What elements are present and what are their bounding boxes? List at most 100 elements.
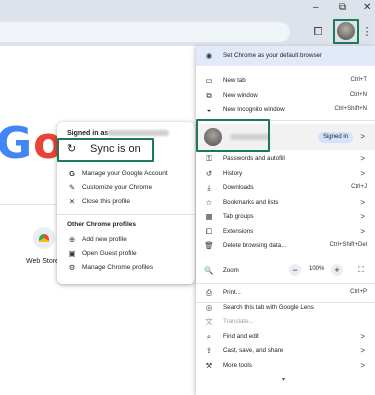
chrome-menu: ◉ Set Chrome as your default browser ▭ Ne… xyxy=(196,46,375,395)
menu-item-tab-groups[interactable]: ▦ Tab groups > xyxy=(196,210,375,224)
menu-item-label: Delete browsing data... xyxy=(223,242,287,249)
open-guest-profile-label: Open Guest profile xyxy=(82,250,137,257)
menu-profile-avatar xyxy=(204,128,222,146)
chevron-right-icon: > xyxy=(360,360,365,370)
shortcut-hint: Ctrl+N xyxy=(349,91,367,98)
find-and-edit-icon: ⌕ xyxy=(206,331,212,341)
menu-item-label: Search this tab with Google Lens xyxy=(223,303,314,311)
chevron-right-icon: > xyxy=(360,132,365,141)
web-store-shortcut-label[interactable]: Web Store xyxy=(26,258,59,265)
guest-icon: ▣ xyxy=(68,249,76,258)
menu-item-label: History xyxy=(223,169,243,177)
menu-item-cast-save-and-share[interactable]: ⇪ Cast, save, and share > xyxy=(196,344,375,358)
zoom-row: 🔍 Zoom − 100% + ⛶ xyxy=(196,264,375,278)
manage-chrome-profiles-label: Manage Chrome profiles xyxy=(82,264,154,271)
google-g-icon: G xyxy=(69,169,75,178)
menu-item-label: Cast, save, and share xyxy=(223,347,284,354)
customize-chrome-label: Customize your Chrome xyxy=(82,184,153,191)
menu-item-find-and-edit[interactable]: ⌕ Find and edit > xyxy=(196,330,375,344)
redacted-profile-name xyxy=(230,134,270,140)
puzzle-icon[interactable]: ⧠ xyxy=(310,24,326,40)
web-store-shortcut-icon[interactable] xyxy=(33,227,55,249)
open-guest-profile-item[interactable]: ▣ Open Guest profile xyxy=(57,247,195,261)
pencil-icon: ✎ xyxy=(68,183,76,192)
manage-google-account-item[interactable]: G Manage your Google Account xyxy=(57,167,195,181)
sync-icon: ↻ xyxy=(67,143,77,155)
scroll-down-indicator[interactable]: ▾ xyxy=(282,376,285,383)
menu-item-label: Translate... xyxy=(223,318,254,325)
downloads-icon: ⤓ xyxy=(207,183,211,192)
menu-item-print[interactable]: ⎙ Print... Ctrl+P xyxy=(196,286,375,300)
menu-item-label: Find and edit xyxy=(223,332,259,340)
chevron-right-icon: > xyxy=(360,154,365,163)
menu-item-new-incognito-window[interactable]: ◒ New Incognito window Ctrl+Shift+N xyxy=(196,103,375,117)
minimize-button[interactable]: – xyxy=(313,3,319,13)
close-profile-label: Close this profile xyxy=(82,198,131,205)
shortcut-hint: Ctrl+Shift+Del xyxy=(329,242,367,248)
menu-item-new-window[interactable]: ⧉ New window Ctrl+N xyxy=(196,89,375,103)
default-browser-row: ◉ Set Chrome as your default browser xyxy=(196,49,375,63)
menu-item-more-tools[interactable]: ⚒ More tools > xyxy=(196,359,375,373)
close-profile-item[interactable]: ✕ Close this profile xyxy=(57,195,195,209)
cast-save-and-share-icon: ⇪ xyxy=(205,346,213,355)
default-browser-label: Set Chrome as your default browser xyxy=(223,52,323,59)
menu-item-label: Print... xyxy=(223,289,241,296)
new-tab-icon: ▭ xyxy=(205,76,213,85)
menu-item-label: Passwords and autofill xyxy=(223,155,285,162)
customize-chrome-item[interactable]: ✎ Customize your Chrome xyxy=(57,181,195,195)
signed-in-badge: Signed in xyxy=(317,132,353,143)
shortcut-hint: Ctrl+T xyxy=(350,77,368,83)
kebab-icon[interactable]: ⋮ xyxy=(359,24,375,40)
menu-item-label: New Incognito window xyxy=(223,106,285,113)
print-icon: ⎙ xyxy=(206,288,212,297)
manage-chrome-profiles-item[interactable]: ⚙ Manage Chrome profiles xyxy=(57,261,195,275)
popup-divider xyxy=(57,214,195,215)
menu-item-bookmarks-and-lists[interactable]: ☆ Bookmarks and lists > xyxy=(196,196,375,210)
address-bar[interactable] xyxy=(0,22,290,42)
menu-item-label: New tab xyxy=(223,77,246,84)
signed-in-as-label: Signed in as xyxy=(67,130,109,137)
translate-icon: 文 xyxy=(205,317,213,326)
fullscreen-icon[interactable]: ⛶ xyxy=(356,265,366,275)
menu-profile-row[interactable]: Signed in > xyxy=(196,124,375,150)
maximize-button[interactable]: ⧉ xyxy=(339,3,346,13)
zoom-in-button[interactable]: + xyxy=(331,264,343,276)
default-browser-banner[interactable]: ◉ Set Chrome as your default browser xyxy=(196,46,375,66)
tab-groups-icon: ▦ xyxy=(205,212,213,221)
shortcut-hint: Ctrl+P xyxy=(350,289,367,295)
chevron-right-icon: > xyxy=(360,212,365,221)
menu-item-extensions[interactable]: ⧠ Extensions > xyxy=(196,225,375,239)
other-profiles-heading: Other Chrome profiles xyxy=(67,221,136,228)
zoom-out-button[interactable]: − xyxy=(289,264,301,276)
zoom-label: Zoom xyxy=(223,267,239,274)
add-new-profile-label: Add new profile xyxy=(82,236,127,243)
menu-item-label: Bookmarks and lists xyxy=(223,198,279,206)
profile-avatar-button[interactable] xyxy=(337,22,355,40)
menu-item-label: More tools xyxy=(223,361,252,369)
search-this-tab-with-google-lens-icon: ◎ xyxy=(205,302,213,312)
menu-item-passwords-and-autofill[interactable]: ⚿ Passwords and autofill > xyxy=(196,152,375,166)
chrome-logo-icon: ◉ xyxy=(205,51,213,60)
add-new-profile-item[interactable]: ⊕ Add new profile xyxy=(57,233,195,247)
sync-status-label: Sync is on xyxy=(90,143,141,155)
sync-status-button[interactable]: ↻ Sync is on xyxy=(57,138,154,162)
menu-item-downloads[interactable]: ⤓ Downloads Ctrl+J xyxy=(196,181,375,195)
menu-item-label: Downloads xyxy=(223,184,254,191)
close-window-button[interactable]: ✕ xyxy=(363,3,371,13)
menu-item-label: New window xyxy=(223,91,258,99)
manage-profiles-icon: ⚙ xyxy=(68,263,76,272)
menu-item-label: Extensions xyxy=(223,227,254,235)
extensions-icon: ⧠ xyxy=(206,226,212,236)
menu-item-delete-browsing-data[interactable]: 🗑 Delete browsing data... Ctrl+Shift+Del xyxy=(196,239,375,253)
chevron-right-icon: > xyxy=(360,331,365,341)
chevron-right-icon: > xyxy=(360,197,365,207)
menu-item-new-tab[interactable]: ▭ New tab Ctrl+T xyxy=(196,74,375,88)
menu-item-history[interactable]: ↺ History > xyxy=(196,167,375,181)
manage-google-account-label: Manage your Google Account xyxy=(82,170,168,177)
more-tools-icon: ⚒ xyxy=(205,360,213,370)
shortcut-hint: Ctrl+Shift+N xyxy=(334,106,367,112)
new-incognito-window-icon: ◒ xyxy=(206,105,212,114)
menu-item-search-this-tab-with-google-lens[interactable]: ◎ Search this tab with Google Lens xyxy=(196,301,375,315)
browser-toolbar: ⧠ ⋮ xyxy=(0,18,375,46)
chevron-right-icon: > xyxy=(360,346,365,355)
